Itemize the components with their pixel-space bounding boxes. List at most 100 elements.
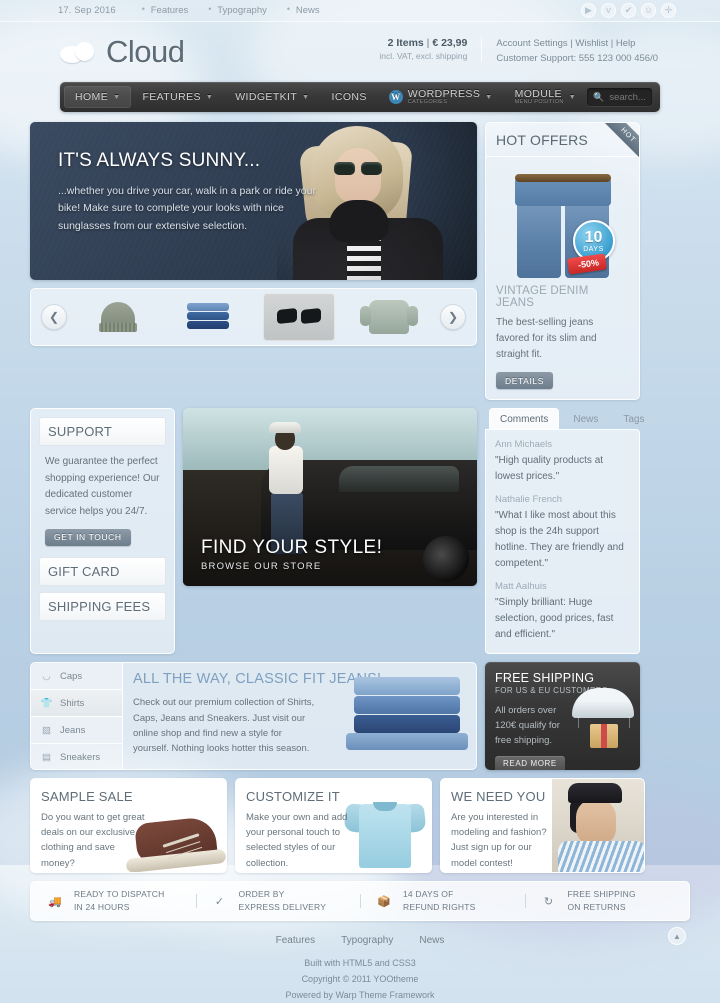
read-more-button[interactable]: READ MORE xyxy=(495,756,565,770)
tab-comments[interactable]: Comments xyxy=(489,408,559,430)
gift-card-heading[interactable]: GIFT CARD xyxy=(39,557,166,586)
details-button[interactable]: DETAILS xyxy=(496,372,553,389)
footer-line1: Built with HTML5 and CSS3 xyxy=(0,956,720,972)
thumb-beanie[interactable] xyxy=(82,293,154,341)
comments-column: Comments News Tags Ann Michaels "High qu… xyxy=(485,408,640,654)
nav-item-home[interactable]: HOME ▼ xyxy=(64,86,131,108)
play-icon[interactable]: ▶ xyxy=(581,3,596,18)
shipping-fees-heading[interactable]: SHIPPING FEES xyxy=(39,592,166,621)
service-line1: FREE SHIPPING xyxy=(568,889,636,899)
tab-tags[interactable]: Tags xyxy=(612,408,655,430)
nav-item-features[interactable]: FEATURES ▼ xyxy=(131,86,224,108)
service-line1: READY TO DISPATCH xyxy=(74,889,164,899)
card-sample-sale[interactable]: SAMPLE SALE Do you want to get great dea… xyxy=(30,778,227,873)
content-area: IT'S ALWAYS SUNNY... ...whether you driv… xyxy=(0,112,720,921)
comment-author: Nathalie French xyxy=(495,494,630,505)
comment-text: "High quality products at lowest prices.… xyxy=(495,453,630,485)
page-root: 17. Sep 2016 Features Typography News ▶ … xyxy=(0,0,720,1003)
service-text: 14 DAYS OF REFUND RIGHTS xyxy=(403,888,476,914)
service-returns: ↻ FREE SHIPPING ON RETURNS xyxy=(525,888,690,914)
footer-links: Features Typography News xyxy=(0,935,720,946)
style-banner[interactable]: FIND YOUR STYLE! BROWSE OUR STORE xyxy=(183,408,477,586)
footer-copyright: Built with HTML5 and CSS3 Copyright © 20… xyxy=(0,956,720,1003)
card-we-need-you[interactable]: WE NEED YOU Are you interested in modeli… xyxy=(440,778,645,873)
nav-label-home: HOME xyxy=(75,91,108,103)
service-text: READY TO DISPATCH IN 24 HOURS xyxy=(74,888,164,914)
plus-icon[interactable]: ✛ xyxy=(661,3,676,18)
top-link-news[interactable]: News xyxy=(287,5,320,16)
hero-text-block: IT'S ALWAYS SUNNY... ...whether you driv… xyxy=(58,150,326,235)
chevron-down-icon: ▼ xyxy=(302,94,309,101)
hero-column: IT'S ALWAYS SUNNY... ...whether you driv… xyxy=(30,122,477,400)
account-links[interactable]: Account Settings | Wishlist | Help xyxy=(496,37,658,52)
thumb-sunglasses[interactable] xyxy=(263,293,335,341)
nav-wrapper: HOME ▼ FEATURES ▼ WIDGETKIT ▼ ICONS W WO… xyxy=(0,82,720,112)
promo-nav-shirts[interactable]: 👕 Shirts xyxy=(31,690,122,717)
nav-item-module[interactable]: MODULE MENU POSITION ▼ xyxy=(504,86,588,108)
user-icon[interactable]: ☺ xyxy=(641,3,656,18)
service-line2: ON RETURNS xyxy=(568,902,626,912)
footer-link-typography[interactable]: Typography xyxy=(341,935,393,946)
chevron-right-icon[interactable]: ❯ xyxy=(440,304,466,330)
search-box[interactable]: 🔍 xyxy=(587,88,652,106)
shirt-icon: 👕 xyxy=(40,697,53,709)
nav-item-icons[interactable]: ICONS xyxy=(321,86,378,108)
card-customize-it[interactable]: CUSTOMIZE IT Make your own and add your … xyxy=(235,778,432,873)
hot-offers-column: HOT HOT OFFERS 10 DAYS -50% xyxy=(485,122,640,400)
comment-author: Matt Aalhuis xyxy=(495,581,630,592)
cart-summary[interactable]: 2 Items | € 23,99 incl. VAT, excl. shipp… xyxy=(379,37,482,61)
footer-link-features[interactable]: Features xyxy=(276,935,315,946)
card-text: Make your own and add your personal touc… xyxy=(236,810,361,871)
comment-item: Ann Michaels "High quality products at l… xyxy=(495,439,630,485)
free-shipping-widget: FREE SHIPPING FOR US & EU CUSTOMERS All … xyxy=(485,662,640,770)
days-badge-label: DAYS xyxy=(583,246,604,253)
promo-nav-jeans[interactable]: ▨ Jeans xyxy=(31,717,122,744)
footer-line2: Copyright © 2011 YOOtheme xyxy=(0,972,720,988)
search-icon: 🔍 xyxy=(593,92,604,103)
support-widget: SUPPORT We guarantee the perfect shoppin… xyxy=(30,408,175,654)
wordpress-icon: W xyxy=(389,90,403,104)
parcel-icon xyxy=(590,724,618,748)
check-icon[interactable]: ✔ xyxy=(621,3,636,18)
hero-description: ...whether you drive your car, walk in a… xyxy=(58,183,326,235)
arrow-up-icon[interactable]: ▲ xyxy=(668,927,686,945)
cart-separator: | xyxy=(427,37,430,49)
service-text: ORDER BY EXPRESS DELIVERY xyxy=(239,888,327,914)
top-bar: 17. Sep 2016 Features Typography News ▶ … xyxy=(0,0,720,22)
nav-item-widgetkit[interactable]: WIDGETKIT ▼ xyxy=(224,86,320,108)
row-promo: ◡ Caps 👕 Shirts ▨ Jeans ▤ Sneakers xyxy=(30,662,690,770)
vimeo-icon[interactable]: v xyxy=(601,3,616,18)
style-banner-subtitle: BROWSE OUR STORE xyxy=(201,561,382,572)
search-input[interactable] xyxy=(609,92,646,103)
service-line1: 14 DAYS OF xyxy=(403,889,454,899)
nav-label-widgetkit: WIDGETKIT xyxy=(235,91,297,103)
feature-cards: SAMPLE SALE Do you want to get great dea… xyxy=(30,778,690,873)
nav-label-wordpress-stack: WORDPRESS CATEGORIES xyxy=(408,89,480,106)
thumb-jeans-stack[interactable] xyxy=(172,293,244,341)
support-heading[interactable]: SUPPORT xyxy=(39,417,166,446)
clock-check-icon: ✓ xyxy=(210,892,230,910)
header-right: 2 Items | € 23,99 incl. VAT, excl. shipp… xyxy=(379,37,658,66)
top-link-typography[interactable]: Typography xyxy=(208,5,267,16)
chevron-down-icon: ▼ xyxy=(569,94,576,101)
logo[interactable]: Cloud xyxy=(60,34,185,70)
nav-item-wordpress[interactable]: W WORDPRESS CATEGORIES ▼ xyxy=(378,86,504,108)
promo-nav-caps[interactable]: ◡ Caps xyxy=(31,663,122,690)
service-line2: EXPRESS DELIVERY xyxy=(239,902,327,912)
thumbnail-carousel: ❮ ❯ xyxy=(30,288,477,346)
footer-link-news[interactable]: News xyxy=(419,935,444,946)
thumb-hoodie[interactable] xyxy=(353,293,425,341)
promo-nav-sneakers[interactable]: ▤ Sneakers xyxy=(31,744,122,770)
chevron-down-icon: ▼ xyxy=(113,94,120,101)
top-link-features[interactable]: Features xyxy=(142,5,189,16)
get-in-touch-button[interactable]: GET IN TOUCH xyxy=(45,529,131,546)
nav-label-module: MODULE xyxy=(515,89,564,100)
comments-panel: Ann Michaels "High quality products at l… xyxy=(485,429,640,654)
hero-banner[interactable]: IT'S ALWAYS SUNNY... ...whether you driv… xyxy=(30,122,477,280)
service-line2: REFUND RIGHTS xyxy=(403,902,476,912)
chevron-left-icon[interactable]: ❮ xyxy=(41,304,67,330)
hot-offers-image[interactable]: 10 DAYS -50% xyxy=(496,163,629,281)
hot-offers-product-title[interactable]: VINTAGE DENIM JEANS xyxy=(496,285,629,309)
card-title: WE NEED YOU xyxy=(441,779,644,810)
tab-news[interactable]: News xyxy=(562,408,609,430)
